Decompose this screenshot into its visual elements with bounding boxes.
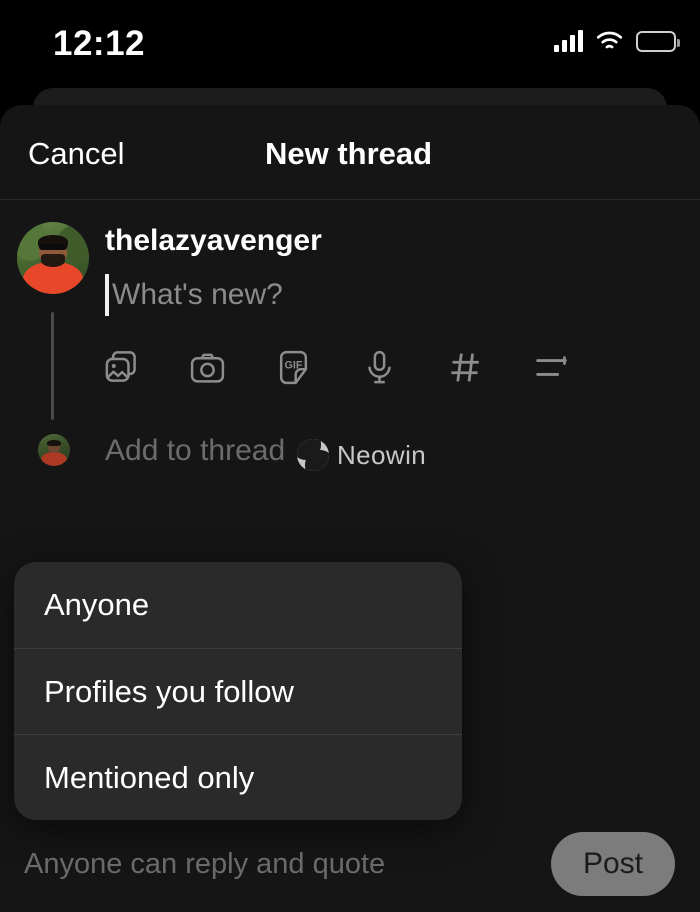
sheet-navigation-bar: Cancel New thread xyxy=(0,105,700,200)
avatar-sm-shirt xyxy=(40,451,68,466)
neowin-watermark: Neowin xyxy=(297,439,426,471)
audience-dropdown-menu: Anyone Profiles you follow Mentioned onl… xyxy=(14,562,462,820)
gif-icon[interactable]: GIF xyxy=(275,349,312,386)
battery-icon xyxy=(636,30,680,52)
threads-new-post-screen: Cancel New thread thelazyavenger What's … xyxy=(0,0,700,912)
signal-bars-icon xyxy=(554,30,583,52)
neowin-logo-icon xyxy=(297,439,329,471)
poll-icon[interactable] xyxy=(533,349,570,386)
menu-item-profiles-you-follow[interactable]: Profiles you follow xyxy=(14,648,462,734)
add-to-thread-label[interactable]: Add to thread xyxy=(105,434,285,468)
status-bar-clock: 12:12 xyxy=(53,24,146,63)
microphone-icon[interactable] xyxy=(361,349,398,386)
avatar-sunglasses xyxy=(38,244,68,251)
camera-icon[interactable] xyxy=(189,349,226,386)
svg-text:GIF: GIF xyxy=(285,359,303,371)
avatar-shirt xyxy=(22,262,84,294)
post-button[interactable]: Post xyxy=(551,832,675,896)
avatar[interactable] xyxy=(17,222,89,294)
composer-text-field[interactable]: What's new? xyxy=(105,274,283,316)
photo-library-icon[interactable] xyxy=(103,349,140,386)
composer-placeholder: What's new? xyxy=(112,278,283,311)
composer-bottom-bar: Anyone can reply and quote Post xyxy=(0,818,700,912)
status-bar: 12:12 xyxy=(0,0,700,88)
avatar-sm-hair xyxy=(47,439,61,446)
wifi-icon xyxy=(596,31,623,52)
add-to-thread-avatar[interactable] xyxy=(38,434,70,466)
hashtag-icon[interactable] xyxy=(447,349,484,386)
cancel-button[interactable]: Cancel xyxy=(28,136,125,172)
avatar-beard xyxy=(40,253,66,267)
menu-item-anyone[interactable]: Anyone xyxy=(14,562,462,648)
neowin-watermark-text: Neowin xyxy=(337,439,427,470)
page-title: New thread xyxy=(265,136,433,171)
text-caret xyxy=(105,274,109,316)
reply-permission-label[interactable]: Anyone can reply and quote xyxy=(24,848,385,881)
composer-area: thelazyavenger What's new? GIF Add to th… xyxy=(0,200,700,467)
thread-connector-line xyxy=(51,312,54,420)
composer-username: thelazyavenger xyxy=(105,224,322,257)
status-bar-indicators xyxy=(554,30,680,52)
menu-item-mentioned-only[interactable]: Mentioned only xyxy=(14,734,462,820)
composer-toolbar: GIF xyxy=(103,349,570,386)
